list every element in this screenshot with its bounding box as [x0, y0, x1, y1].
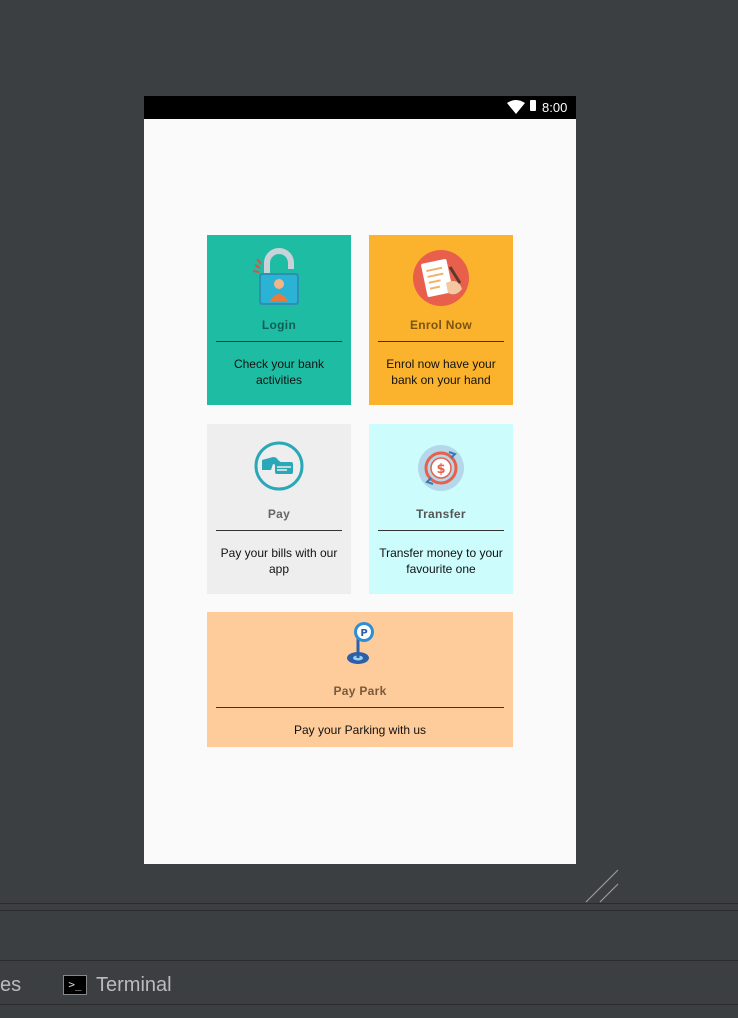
ide-divider — [0, 1004, 738, 1005]
terminal-tab[interactable]: Terminal — [96, 971, 172, 999]
enrol-divider — [378, 341, 504, 342]
terminal-icon: >_ — [63, 975, 87, 995]
enrol-description: Enrol now have your bank on your hand — [386, 357, 496, 387]
padlock-user-icon — [252, 248, 299, 305]
pay-description: Pay your bills with our app — [220, 546, 338, 576]
paypark-title: Pay Park — [333, 684, 387, 698]
enrol-title: Enrol Now — [409, 318, 473, 332]
pay-card-hand-icon — [254, 441, 304, 491]
login-card[interactable]: Login Check your bank activities — [207, 235, 351, 405]
svg-text:$: $ — [436, 462, 445, 477]
ide-divider — [0, 910, 738, 911]
pay-title: Pay — [267, 507, 291, 521]
status-bar: 8:00 — [144, 96, 576, 119]
resize-handle-icon[interactable] — [584, 868, 620, 904]
enrol-card[interactable]: Enrol Now Enrol now have your bank on yo… — [369, 235, 513, 405]
ide-divider — [0, 960, 738, 961]
battery-icon — [530, 100, 536, 111]
login-title: Login — [261, 318, 297, 332]
paypark-card[interactable]: P Pay Park Pay your Parking with us — [207, 612, 513, 747]
ide-divider — [0, 903, 738, 904]
enrol-form-icon — [413, 250, 469, 306]
parking-pin-icon: P — [347, 622, 374, 664]
transfer-card[interactable]: $ Transfer Transfer money to your favour… — [369, 424, 513, 594]
pay-divider — [216, 530, 342, 531]
status-time: 8:00 — [542, 100, 568, 115]
transfer-description: Transfer money to your favourite one — [379, 546, 503, 576]
paypark-description: Pay your Parking with us — [293, 723, 427, 737]
device-screen: 8:00 Login Check your bank activities En… — [144, 96, 576, 864]
svg-text:P: P — [360, 628, 367, 639]
login-divider — [216, 341, 342, 342]
tool-tab-partial[interactable]: es — [0, 971, 21, 999]
money-transfer-icon: $ — [418, 445, 464, 491]
paypark-divider — [216, 707, 504, 708]
login-description: Check your bank activities — [233, 357, 325, 387]
pay-card[interactable]: Pay Pay your bills with our app — [207, 424, 351, 594]
wifi-icon — [507, 100, 525, 114]
transfer-divider — [378, 530, 504, 531]
transfer-title: Transfer — [416, 507, 466, 521]
